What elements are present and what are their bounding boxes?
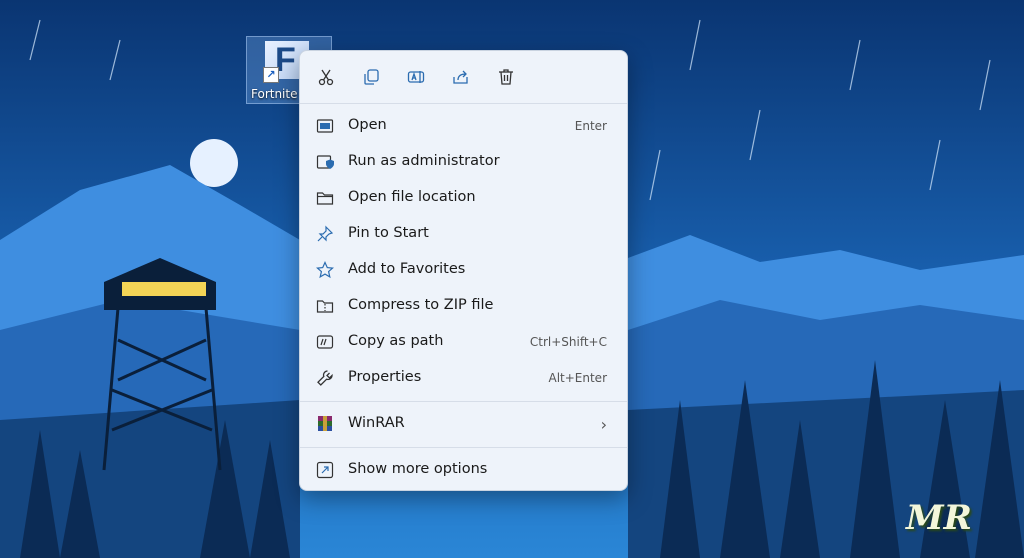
folder-icon <box>316 189 334 207</box>
expand-icon <box>316 461 334 479</box>
shortcut-arrow-icon: ↗ <box>263 67 279 83</box>
zip-icon <box>316 297 334 315</box>
shield-window-icon <box>316 153 334 171</box>
menu-item-run-as-administrator[interactable]: Run as administrator <box>306 145 621 179</box>
menu-item-shortcut: Alt+Enter <box>548 371 607 385</box>
menu-item-open-file-location[interactable]: Open file location <box>306 181 621 215</box>
menu-item-properties[interactable]: Properties Alt+Enter <box>306 361 621 395</box>
menu-item-label: Pin to Start <box>348 225 429 241</box>
menu-item-label: Run as administrator <box>348 153 500 169</box>
menu-separator <box>300 447 627 448</box>
scissors-icon <box>318 69 334 86</box>
menu-item-label: WinRAR <box>348 415 405 431</box>
rename-icon <box>407 71 425 83</box>
share-button[interactable] <box>447 63 475 91</box>
menu-separator <box>300 103 627 104</box>
menu-item-shortcut: Enter <box>574 119 607 133</box>
menu-item-label: Compress to ZIP file <box>348 297 494 313</box>
menu-item-compress-to-zip[interactable]: Compress to ZIP file <box>306 289 621 323</box>
quick-actions-bar <box>300 51 627 103</box>
cut-button[interactable] <box>312 63 340 91</box>
delete-button[interactable] <box>492 63 520 91</box>
rename-button[interactable] <box>402 63 430 91</box>
menu-item-label: Copy as path <box>348 333 444 349</box>
menu-item-winrar[interactable]: WinRAR › <box>306 407 621 441</box>
menu-item-label: Open <box>348 117 387 133</box>
share-icon <box>453 70 468 84</box>
chevron-right-icon: › <box>600 415 607 434</box>
moon <box>190 139 238 187</box>
menu-item-shortcut: Ctrl+Shift+C <box>529 335 607 349</box>
open-window-icon <box>316 117 334 135</box>
menu-item-label: Open file location <box>348 189 476 205</box>
watermark-logo: MR <box>906 498 972 538</box>
menu-item-open[interactable]: Open Enter <box>306 109 621 143</box>
menu-separator <box>300 401 627 402</box>
menu-item-label: Add to Favorites <box>348 261 466 277</box>
copy-path-icon <box>316 333 334 351</box>
star-icon <box>315 261 335 279</box>
menu-item-label: Properties <box>348 369 422 385</box>
menu-item-add-to-favorites[interactable]: Add to Favorites <box>306 253 621 287</box>
menu-item-show-more-options[interactable]: Show more options <box>306 453 621 487</box>
pin-icon <box>316 225 334 243</box>
menu-item-copy-as-path[interactable]: Copy as path Ctrl+Shift+C <box>306 325 621 359</box>
menu-item-label: Show more options <box>348 461 488 477</box>
wrench-icon <box>316 369 334 387</box>
copy-button[interactable] <box>357 63 385 91</box>
winrar-icon <box>316 415 334 433</box>
shortcut-label: Fortnite <box>251 87 298 101</box>
trash-icon <box>499 69 513 85</box>
copy-icon <box>364 69 379 85</box>
menu-item-pin-to-start[interactable]: Pin to Start <box>306 217 621 251</box>
context-menu: Open Enter Run as administrator Open fil… <box>299 50 628 491</box>
